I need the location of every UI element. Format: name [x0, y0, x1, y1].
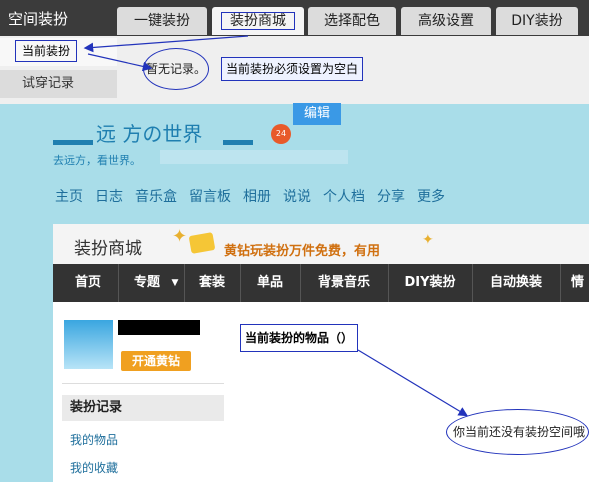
avatar[interactable]	[64, 320, 113, 369]
nav-divider	[184, 264, 185, 302]
nav-divider	[560, 264, 561, 302]
tab-dress-mall-label: 装扮商城	[221, 12, 295, 30]
space-subtitle: 去远方，看世界。	[53, 154, 141, 167]
nav-blog[interactable]: 日志	[95, 186, 123, 206]
sparkle-icon: ✦	[422, 232, 434, 248]
mall-nav-topics[interactable]: 专题	[126, 264, 168, 302]
topics-dropdown-icon[interactable]: ▼	[168, 264, 182, 302]
nav-more[interactable]: 更多	[417, 186, 445, 206]
level-badge-icon[interactable]: 24	[271, 124, 291, 144]
nav-divider	[472, 264, 473, 302]
title-decoration-right	[223, 140, 253, 145]
no-record-text: 暂无记录。	[143, 48, 209, 90]
tab-dress-mall[interactable]: 装扮商城	[212, 7, 304, 35]
tab-advanced-settings[interactable]: 高级设置	[401, 7, 491, 35]
mall-nav-items[interactable]: 单品	[242, 264, 298, 302]
mall-nav-diy[interactable]: DIY装扮	[390, 264, 470, 302]
dress-record-heading: 装扮记录	[62, 395, 224, 421]
nav-divider	[300, 264, 301, 302]
tab-one-click-dress[interactable]: 一键装扮	[117, 7, 207, 35]
sparkle-icon: ✦	[172, 226, 188, 247]
nav-divider	[118, 264, 119, 302]
nav-talk[interactable]: 说说	[283, 186, 311, 206]
open-vip-button[interactable]: 开通黄钻	[121, 351, 191, 371]
mall-nav-bg-music[interactable]: 背景音乐	[302, 264, 386, 302]
tab-choose-color[interactable]: 选择配色	[308, 7, 396, 35]
space-nav: 主页 日志 音乐盒 留言板 相册 说说 个人档 分享 更多	[55, 186, 445, 206]
try-on-record-tab[interactable]: 试穿记录	[0, 70, 117, 98]
nav-share[interactable]: 分享	[377, 186, 405, 206]
my-favorites-link[interactable]: 我的收藏	[70, 459, 118, 476]
title-decoration-left	[53, 140, 93, 145]
nav-message-board[interactable]: 留言板	[189, 186, 231, 206]
nav-divider	[388, 264, 389, 302]
mall-nav-more[interactable]: 情	[566, 264, 589, 302]
space-title[interactable]: 远 方の世界	[96, 118, 202, 147]
nav-profile[interactable]: 个人档	[323, 186, 365, 206]
divider	[62, 383, 224, 384]
redacted-username	[118, 320, 200, 335]
nav-album[interactable]: 相册	[243, 186, 271, 206]
nav-home[interactable]: 主页	[55, 186, 83, 206]
current-dress-label[interactable]: 当前装扮	[15, 40, 78, 62]
promo-link[interactable]: 黄钻玩装扮万件免费，有用	[224, 240, 380, 259]
my-items-link[interactable]: 我的物品	[70, 431, 118, 448]
mall-title: 装扮商城	[74, 239, 142, 259]
brand-label: 空间装扮	[8, 10, 69, 28]
mall-nav-suits[interactable]: 套装	[186, 264, 238, 302]
mall-nav-home[interactable]: 首页	[60, 264, 116, 302]
empty-message: 你当前还没有装扮空间哦	[446, 409, 589, 455]
edit-button[interactable]: 编辑	[293, 103, 341, 125]
nav-music-box[interactable]: 音乐盒	[135, 186, 177, 206]
blurred-text	[160, 150, 348, 164]
mall-nav-auto-change[interactable]: 自动换装	[474, 264, 558, 302]
tab-diy-dress[interactable]: DIY装扮	[496, 7, 578, 35]
annotation-note: 当前装扮必须设置为空白	[221, 57, 364, 81]
current-items-label: 当前装扮的物品（）	[240, 324, 359, 352]
nav-divider	[240, 264, 241, 302]
